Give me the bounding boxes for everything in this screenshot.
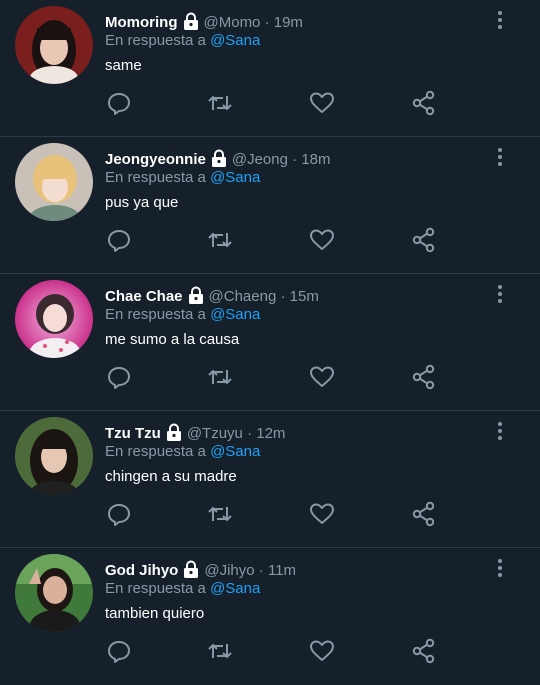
reply-mention[interactable]: @Sana	[210, 580, 260, 597]
separator-dot: ·	[260, 14, 274, 31]
tweet-text: tambien quiero	[105, 605, 205, 622]
tweet-header: God Jihyo @Jihyo · 11m	[105, 560, 480, 580]
tweet[interactable]: Chae Chae @Chaeng · 15m En respuesta a @S…	[0, 274, 540, 411]
more-icon[interactable]	[496, 284, 504, 304]
more-icon[interactable]	[496, 558, 504, 578]
tweet-actions	[104, 90, 444, 118]
tweet-header: Chae Chae @Chaeng · 15m	[105, 286, 480, 306]
tweet-text: chingen a su madre	[105, 468, 237, 485]
display-name[interactable]: Momoring	[105, 14, 178, 31]
tweet-actions	[104, 364, 444, 392]
reply-context: En respuesta a @Sana	[105, 169, 260, 187]
display-name[interactable]: Jeongyeonnie	[105, 151, 206, 168]
separator-dot: ·	[254, 562, 268, 579]
tweet-feed: Momoring @Momo · 19m En respuesta a @Sana…	[0, 0, 540, 685]
like-icon[interactable]	[309, 501, 335, 527]
more-icon[interactable]	[496, 10, 504, 30]
retweet-icon[interactable]	[207, 364, 233, 390]
avatar[interactable]	[15, 417, 93, 495]
retweet-icon[interactable]	[207, 501, 233, 527]
more-icon[interactable]	[496, 147, 504, 167]
retweet-icon[interactable]	[207, 638, 233, 664]
user-handle[interactable]: @Tzuyu	[187, 425, 243, 442]
timestamp[interactable]: 11m	[268, 562, 296, 579]
like-icon[interactable]	[309, 227, 335, 253]
timestamp[interactable]: 15m	[290, 288, 319, 305]
tweet[interactable]: Momoring @Momo · 19m En respuesta a @Sana…	[0, 0, 540, 137]
timestamp[interactable]: 18m	[301, 151, 330, 168]
retweet-icon[interactable]	[207, 90, 233, 116]
user-handle[interactable]: @Jeong	[232, 151, 288, 168]
user-handle[interactable]: @Momo	[204, 14, 261, 31]
tweet-actions	[104, 501, 444, 529]
separator-dot: ·	[242, 425, 257, 442]
tweet[interactable]: Jeongyeonnie @Jeong · 18m En respuesta a …	[0, 137, 540, 274]
reply-icon[interactable]	[106, 227, 132, 253]
more-icon[interactable]	[496, 421, 504, 441]
like-icon[interactable]	[309, 364, 335, 390]
tweet-header: Momoring @Momo · 19m	[105, 12, 480, 32]
share-icon[interactable]	[411, 90, 437, 116]
separator-dot: ·	[287, 151, 302, 168]
display-name[interactable]: God Jihyo	[105, 562, 178, 579]
tweet[interactable]: Tzu Tzu @Tzuyu · 12m En respuesta a @Sana…	[0, 411, 540, 548]
reply-context: En respuesta a @Sana	[105, 443, 260, 461]
reply-context: En respuesta a @Sana	[105, 32, 260, 50]
tweet-text: me sumo a la causa	[105, 331, 240, 348]
tweet-actions	[104, 638, 444, 666]
share-icon[interactable]	[411, 364, 437, 390]
reply-mention[interactable]: @Sana	[210, 306, 260, 323]
reply-icon[interactable]	[106, 364, 132, 390]
avatar[interactable]	[15, 143, 93, 221]
share-icon[interactable]	[411, 227, 437, 253]
display-name[interactable]: Chae Chae	[105, 288, 183, 305]
tweet-text: pus ya que	[105, 194, 179, 211]
reply-context: En respuesta a @Sana	[105, 306, 260, 324]
user-handle[interactable]: @Jihyo	[204, 562, 254, 579]
retweet-icon[interactable]	[207, 227, 233, 253]
avatar[interactable]	[15, 6, 93, 84]
user-handle[interactable]: @Chaeng	[209, 288, 277, 305]
tweet-header: Tzu Tzu @Tzuyu · 12m	[105, 423, 480, 443]
share-icon[interactable]	[411, 638, 437, 664]
share-icon[interactable]	[411, 501, 437, 527]
reply-prefix: En respuesta a	[105, 169, 206, 186]
reply-prefix: En respuesta a	[105, 306, 206, 323]
like-icon[interactable]	[309, 638, 335, 664]
timestamp[interactable]: 19m	[274, 14, 303, 31]
avatar[interactable]	[15, 280, 93, 358]
timestamp[interactable]: 12m	[256, 425, 285, 442]
tweet-text: same	[105, 57, 142, 74]
reply-mention[interactable]: @Sana	[210, 32, 260, 49]
reply-icon[interactable]	[106, 638, 132, 664]
tweet-header: Jeongyeonnie @Jeong · 18m	[105, 149, 480, 169]
reply-icon[interactable]	[106, 90, 132, 116]
like-icon[interactable]	[309, 90, 335, 116]
reply-prefix: En respuesta a	[105, 580, 206, 597]
reply-mention[interactable]: @Sana	[210, 443, 260, 460]
separator-dot: ·	[276, 288, 290, 305]
tweet-actions	[104, 227, 444, 255]
avatar[interactable]	[15, 554, 93, 632]
reply-icon[interactable]	[106, 501, 132, 527]
reply-context: En respuesta a @Sana	[105, 580, 260, 598]
tweet[interactable]: God Jihyo @Jihyo · 11m En respuesta a @Sa…	[0, 548, 540, 685]
reply-mention[interactable]: @Sana	[210, 169, 260, 186]
display-name[interactable]: Tzu Tzu	[105, 425, 161, 442]
reply-prefix: En respuesta a	[105, 443, 206, 460]
reply-prefix: En respuesta a	[105, 32, 206, 49]
